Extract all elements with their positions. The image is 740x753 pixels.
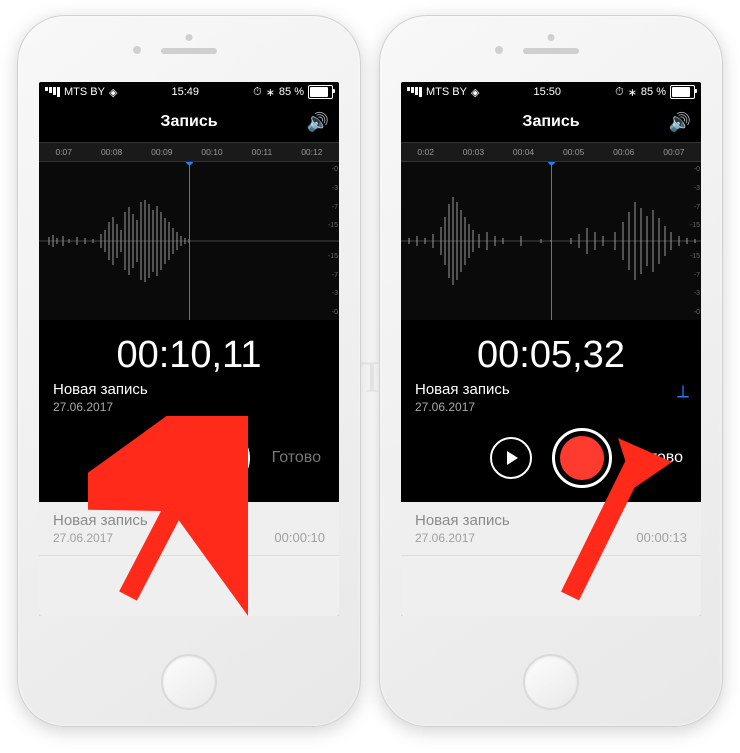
stop-icon (208, 446, 232, 470)
done-button[interactable]: Готово (272, 449, 321, 467)
time-mark: 00:12 (301, 147, 322, 157)
home-button[interactable] (161, 654, 217, 710)
time-mark: 00:06 (613, 147, 634, 157)
alarm-icon: ⏱ (253, 86, 262, 99)
bluetooth-icon: ∗ (266, 86, 275, 99)
signal-bars-icon (407, 87, 422, 97)
time-mark: 00:05 (563, 147, 584, 157)
play-button[interactable] (128, 437, 170, 479)
done-button[interactable]: Готово (634, 449, 683, 467)
recording-title[interactable]: Новая запись (39, 381, 339, 398)
list-item-title: Новая запись (53, 512, 148, 529)
carrier-label: MTS BY (64, 86, 105, 98)
status-time: 15:49 (172, 86, 200, 98)
time-mark: 00:03 (463, 147, 484, 157)
transport-controls: Готово (39, 428, 339, 488)
phone-frame-left: MTS BY ◈ 15:49 ⏱ ∗ 85 % Запись 🔊 0:07 00… (17, 15, 361, 727)
wifi-icon: ◈ (471, 86, 479, 99)
wifi-icon: ◈ (109, 86, 117, 99)
page-title: Запись (522, 113, 579, 131)
time-mark: 00:11 (252, 147, 273, 157)
status-bar: MTS BY ◈ 15:49 ⏱ ∗ 85 % (39, 82, 339, 102)
list-item-date: 27.06.2017 (53, 531, 148, 545)
page-title: Запись (160, 113, 217, 131)
front-camera (495, 46, 503, 54)
status-time: 15:50 (534, 86, 562, 98)
list-item-date: 27.06.2017 (415, 531, 510, 545)
recording-timer: 00:05,32 (401, 334, 701, 377)
bluetooth-icon: ∗ (628, 86, 637, 99)
sensor-dot (186, 34, 193, 41)
sensor-dot (548, 34, 555, 41)
battery-icon (308, 85, 333, 99)
list-item-duration: 00:00:10 (274, 530, 325, 545)
recording-date: 27.06.2017 (401, 398, 701, 414)
transport-controls: Готово (401, 428, 701, 488)
status-bar: MTS BY ◈ 15:50 ⏱ ∗ 85 % (401, 82, 701, 102)
speaker-output-icon[interactable]: 🔊 (307, 112, 329, 133)
earpiece-speaker (161, 48, 217, 54)
play-button[interactable] (490, 437, 532, 479)
alarm-icon: ⏱ (615, 86, 624, 99)
waveform-timeline[interactable]: 0:02 00:03 00:04 00:05 00:06 00:07 (401, 142, 701, 162)
recordings-list[interactable]: Новая запись 27.06.2017 00:00:10 (39, 502, 339, 616)
waveform-display[interactable]: -0-3 -7-15 -15 -7-3 -0 (39, 162, 339, 320)
list-item[interactable]: Новая запись 27.06.2017 00:00:13 (401, 502, 701, 556)
nav-header: Запись 🔊 (39, 102, 339, 142)
list-item[interactable]: Новая запись 27.06.2017 00:00:10 (39, 502, 339, 556)
time-mark: 00:09 (151, 147, 172, 157)
record-stop-button[interactable] (190, 428, 250, 488)
db-scale: -0-3 -7-15 -15 -7-3 -0 (328, 166, 338, 316)
time-mark: 0:02 (417, 147, 434, 157)
nav-header: Запись 🔊 (401, 102, 701, 142)
screen: MTS BY ◈ 15:50 ⏱ ∗ 85 % Запись 🔊 0:02 00… (401, 82, 701, 616)
screen: MTS BY ◈ 15:49 ⏱ ∗ 85 % Запись 🔊 0:07 00… (39, 82, 339, 616)
list-item-title: Новая запись (415, 512, 510, 529)
recording-title[interactable]: Новая запись (401, 381, 701, 398)
waveform-display[interactable]: -0-3 -7-15 -15 -7-3 -0 (401, 162, 701, 320)
time-mark: 00:08 (101, 147, 122, 157)
trim-icon[interactable]: ⟂ (677, 381, 689, 402)
record-icon (560, 436, 604, 480)
front-camera (133, 46, 141, 54)
time-mark: 00:04 (513, 147, 534, 157)
playhead[interactable] (189, 162, 190, 320)
time-mark: 00:07 (663, 147, 684, 157)
speaker-output-icon[interactable]: 🔊 (669, 112, 691, 133)
battery-icon (670, 85, 695, 99)
home-button[interactable] (523, 654, 579, 710)
time-mark: 0:07 (55, 147, 72, 157)
signal-bars-icon (45, 87, 60, 97)
phone-frame-right: MTS BY ◈ 15:50 ⏱ ∗ 85 % Запись 🔊 0:02 00… (379, 15, 723, 727)
recording-date: 27.06.2017 (39, 398, 339, 414)
playhead[interactable] (551, 162, 552, 320)
waveform-timeline[interactable]: 0:07 00:08 00:09 00:10 00:11 00:12 (39, 142, 339, 162)
record-button[interactable] (552, 428, 612, 488)
earpiece-speaker (523, 48, 579, 54)
db-scale: -0-3 -7-15 -15 -7-3 -0 (690, 166, 700, 316)
carrier-label: MTS BY (426, 86, 467, 98)
recordings-list[interactable]: Новая запись 27.06.2017 00:00:13 (401, 502, 701, 616)
recording-timer: 00:10,11 (39, 334, 339, 377)
list-item-duration: 00:00:13 (636, 530, 687, 545)
battery-pct: 85 % (279, 86, 304, 98)
battery-pct: 85 % (641, 86, 666, 98)
time-mark: 00:10 (201, 147, 222, 157)
